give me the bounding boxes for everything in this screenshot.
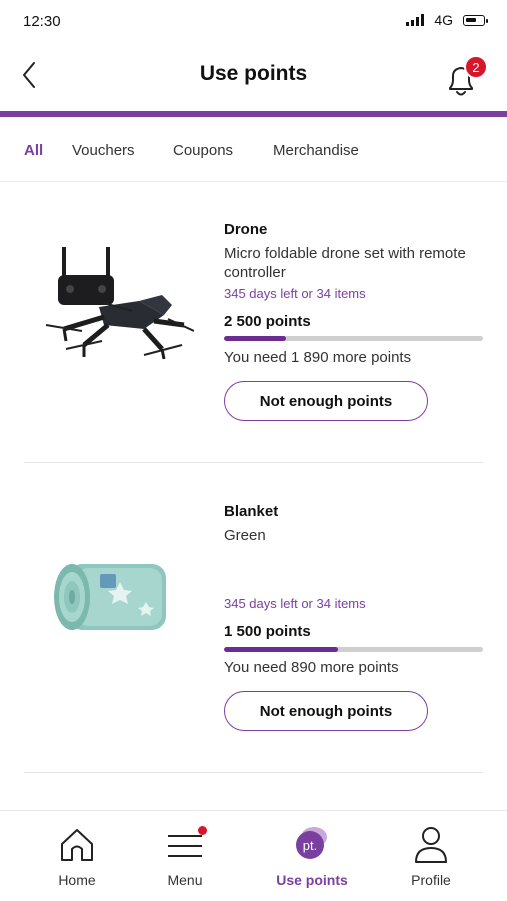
tab-vouchers[interactable]: Vouchers	[72, 142, 135, 159]
nav-home[interactable]: Home	[27, 811, 127, 901]
page-title: Use points	[199, 62, 308, 85]
product-availability: 345 days left or 34 items	[224, 286, 366, 301]
points-needed: You need 890 more points	[224, 659, 399, 676]
product-card-drone[interactable]: Drone Micro foldable drone set with remo…	[24, 200, 483, 440]
filter-tabs: All Vouchers Coupons Merchandise	[0, 117, 507, 182]
nav-profile[interactable]: Profile	[381, 811, 481, 901]
menu-notification-dot	[198, 826, 207, 835]
network-type: 4G	[434, 12, 453, 28]
blanket-image	[54, 564, 166, 630]
profile-icon	[415, 827, 447, 863]
product-card-blanket[interactable]: Blanket Green 345 days left or 34 items …	[24, 490, 483, 750]
status-indicators: 4G	[406, 12, 488, 28]
points-progress-bar	[224, 336, 483, 341]
bottom-navigation: Home Menu pt. Use points Profile	[0, 810, 507, 901]
product-name: Drone	[224, 221, 268, 238]
not-enough-points-button[interactable]: Not enough points	[224, 381, 428, 421]
home-icon	[61, 829, 93, 861]
divider	[24, 462, 483, 463]
tab-coupons[interactable]: Coupons	[173, 142, 233, 159]
tab-all[interactable]: All	[24, 142, 43, 159]
nav-use-points[interactable]: pt. Use points	[262, 811, 362, 901]
points-progress-fill	[224, 647, 338, 652]
app-header: Use points 2	[0, 40, 507, 110]
notifications-button[interactable]: 2	[441, 55, 488, 100]
nav-label: Profile	[411, 872, 451, 888]
product-availability: 345 days left or 34 items	[224, 596, 366, 611]
nav-label: Menu	[167, 872, 203, 888]
nav-label: Home	[58, 872, 96, 888]
nav-menu[interactable]: Menu	[135, 811, 235, 901]
battery-icon	[463, 14, 488, 26]
product-points: 2 500 points	[224, 313, 311, 330]
notification-badge: 2	[464, 55, 488, 79]
status-time: 12:30	[23, 13, 61, 30]
signal-icon	[406, 14, 425, 26]
tab-merchandise[interactable]: Merchandise	[273, 142, 359, 159]
nav-label: Use points	[276, 872, 348, 888]
divider	[24, 772, 483, 773]
points-progress-bar	[224, 647, 483, 652]
product-description: Green	[224, 527, 266, 544]
points-progress-fill	[224, 336, 287, 341]
product-description: Micro foldable drone set with remote con…	[224, 245, 466, 281]
product-points: 1 500 points	[224, 623, 311, 640]
points-icon: pt.	[296, 827, 327, 859]
points-needed: You need 1 890 more points	[224, 349, 412, 366]
status-bar: 12:30 4G	[0, 0, 507, 40]
drone-image	[45, 247, 194, 360]
points-icon-text: pt.	[303, 838, 317, 853]
product-name: Blanket	[224, 503, 279, 520]
not-enough-points-button[interactable]: Not enough points	[224, 691, 428, 731]
